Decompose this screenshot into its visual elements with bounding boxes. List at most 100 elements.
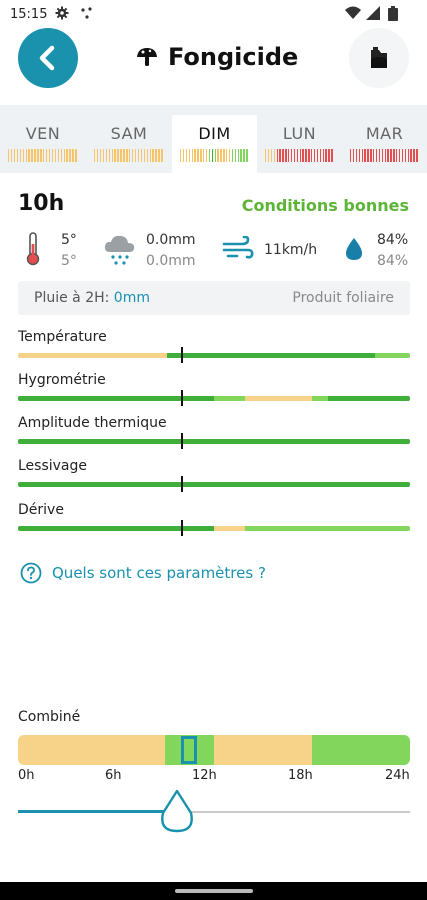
parameter-segment <box>245 396 312 401</box>
parameter-segment <box>18 439 410 444</box>
slider-thumb[interactable] <box>158 789 196 835</box>
hour-cell <box>396 149 398 162</box>
hour-cell <box>285 149 287 162</box>
slider-track <box>178 811 410 813</box>
parameter-segment <box>166 353 375 358</box>
hour-cell <box>94 149 96 162</box>
combined-timeline[interactable] <box>18 735 410 765</box>
hour-cell <box>226 149 228 162</box>
hour-cell <box>246 149 248 162</box>
hour-cell <box>126 149 128 162</box>
parameter-row: Lessivage <box>18 458 410 498</box>
hour-cell <box>185 149 188 162</box>
hour-cell <box>114 149 116 162</box>
help-link[interactable]: Quels sont ces paramètres ? <box>20 562 266 584</box>
hour-cell <box>370 149 372 162</box>
parameter-row: Hygrométrie <box>18 372 410 412</box>
hour-cell <box>265 149 267 162</box>
hour-label: 0h <box>18 768 35 783</box>
help-link-text: Quels sont ces paramètres ? <box>52 564 266 582</box>
tab-sam[interactable]: SAM <box>86 115 172 173</box>
hour-cell <box>99 149 102 162</box>
parameter-label: Lessivage <box>18 458 88 474</box>
parameter-segment <box>214 396 246 401</box>
parameter-segment <box>214 526 246 531</box>
hour-cell <box>398 149 401 162</box>
home-indicator[interactable] <box>175 889 253 893</box>
parameter-segment <box>18 396 214 401</box>
hour-cell <box>220 149 222 162</box>
hour-cell <box>404 149 406 162</box>
parameter-track <box>18 353 410 358</box>
thermometer-icon <box>26 232 40 266</box>
hour-cell <box>137 149 140 162</box>
hour-cell <box>302 149 304 162</box>
hour-cell <box>188 149 190 162</box>
wind-speed: 11km/h <box>264 242 318 258</box>
battery-icon <box>388 6 398 21</box>
hour-cell <box>381 149 383 162</box>
parameter-track <box>18 482 410 487</box>
rain-cloud-icon <box>104 235 135 265</box>
hour-cell <box>102 149 105 162</box>
tab-hour-bar <box>94 149 164 162</box>
back-button[interactable] <box>18 28 78 88</box>
hour-cell <box>308 149 310 162</box>
current-hour-tick <box>181 433 183 449</box>
selected-hour: 10h <box>18 191 65 216</box>
tab-ven[interactable]: VEN <box>0 115 86 173</box>
hour-cell <box>54 149 57 162</box>
hour-cell <box>72 149 74 162</box>
parameter-track <box>18 439 410 444</box>
temp-min: 5° <box>61 253 77 269</box>
hour-cell <box>25 149 27 162</box>
hour-cell <box>316 149 319 162</box>
settings-icon <box>55 6 69 20</box>
hour-cell <box>325 149 327 162</box>
title-text: Fongicide <box>168 43 299 71</box>
tab-label: MAR <box>365 124 404 143</box>
tab-lun[interactable]: LUN <box>257 115 342 173</box>
hour-cell <box>355 149 358 162</box>
hour-cell <box>28 149 30 162</box>
tab-hour-bar <box>8 149 78 162</box>
hour-cell <box>364 149 366 162</box>
temp-max: 5° <box>61 232 77 248</box>
hour-cell <box>131 149 134 162</box>
hour-cell <box>120 149 122 162</box>
current-hour-tick <box>181 520 183 536</box>
parameter-segment <box>18 482 410 487</box>
current-hour-tick <box>181 390 183 406</box>
hour-cell <box>311 149 313 162</box>
hour-cell <box>191 149 193 162</box>
product-can-button[interactable] <box>349 28 409 88</box>
parameter-segment <box>18 526 214 531</box>
hour-cell <box>237 149 239 162</box>
wifi-icon <box>345 6 361 19</box>
hour-cell <box>211 149 213 162</box>
hour-cell <box>373 149 375 162</box>
status-time: 15:15 <box>10 7 48 22</box>
hour-cell <box>296 149 298 162</box>
tab-mar[interactable]: MAR <box>342 115 427 173</box>
parameter-track <box>18 526 410 531</box>
hour-cell <box>293 149 296 162</box>
signal-dots-icon <box>81 7 92 19</box>
tab-dim[interactable]: DIM <box>172 115 257 173</box>
wind-icon <box>222 236 254 259</box>
hour-cell <box>401 149 404 162</box>
hour-cell <box>182 149 185 162</box>
hour-cell <box>143 149 146 162</box>
hour-cell <box>223 149 225 162</box>
timeline-cursor[interactable] <box>181 736 197 764</box>
hour-cell <box>273 149 275 162</box>
rain-forecast: Pluie à 2H: 0mm <box>34 290 150 306</box>
parameter-label: Dérive <box>18 502 64 518</box>
tab-label: VEN <box>25 124 61 143</box>
hour-cell <box>63 149 65 162</box>
hour-slider[interactable] <box>18 810 410 814</box>
hour-cell <box>60 149 63 162</box>
hour-cell <box>129 149 131 162</box>
hour-cell <box>231 149 234 162</box>
hour-cell <box>31 149 33 162</box>
